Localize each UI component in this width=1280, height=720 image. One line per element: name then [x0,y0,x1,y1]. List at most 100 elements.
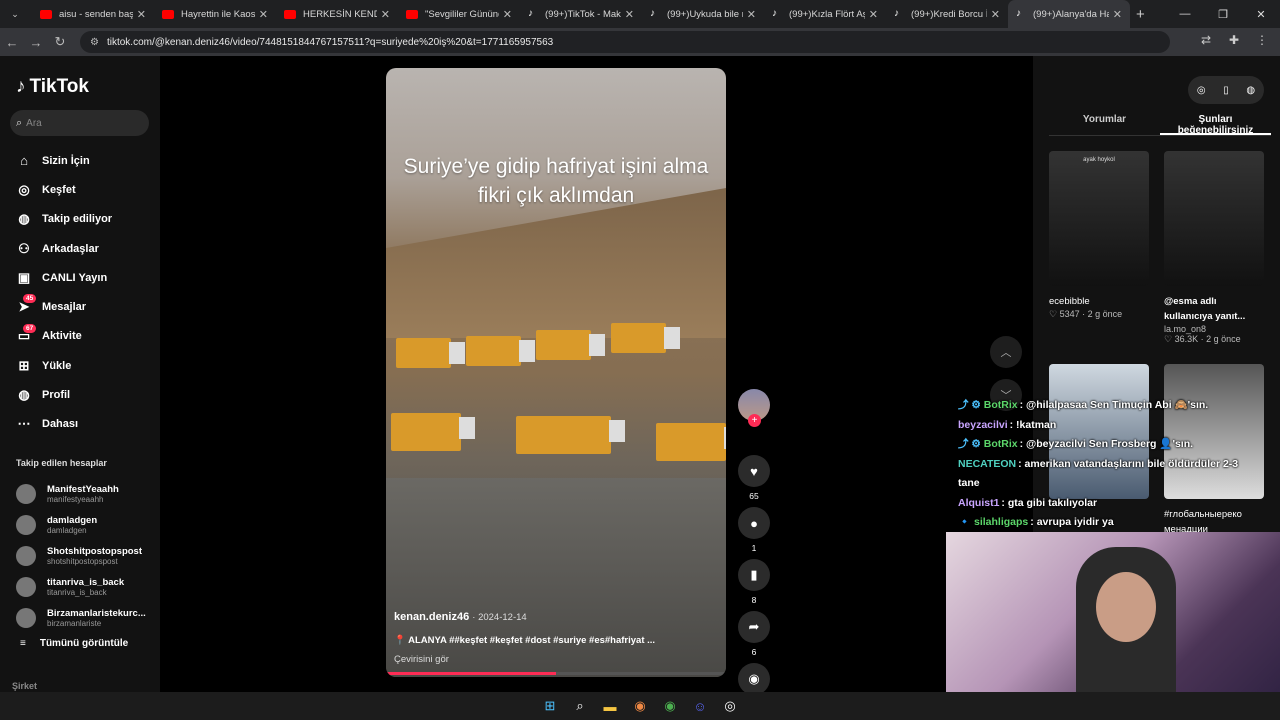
notification-badge: 45 [23,294,37,304]
menu-icon[interactable]: ⋮ [1250,33,1274,47]
account-text: ManifestYeaahh manifestyeaahh [47,484,119,504]
rec-video[interactable]: @esma adlı kullanıcıya yanıt... la.mo_on… [1164,151,1264,345]
reload-icon[interactable]: ↻ [48,34,72,50]
close-tab-icon[interactable]: ✕ [991,8,1000,21]
browser-tab[interactable]: Hayrettin ile Kaos Sh ✕ [154,0,276,28]
nav-item[interactable]: ◍ Takip ediliyor [14,205,154,234]
share-button[interactable]: ➦ 6 [737,611,771,663]
address-bar-row: ← → ↻ ⚙ tiktok.com/@kenan.deniz46/video/… [0,28,1280,56]
close-tab-icon[interactable]: ✕ [381,8,390,21]
close-window-icon[interactable]: ✕ [1242,8,1280,21]
chat-message: NECATEON: amerikan vatandaşlarını bile ö… [958,455,1258,494]
close-tab-icon[interactable]: ✕ [747,8,756,21]
nav-item[interactable]: ◎ Keşfet [14,175,154,204]
rec-stats: ♡ 36.3K · 2 g önce [1164,334,1241,344]
chrome-active-icon[interactable]: ◉ [660,696,680,716]
site-info-icon[interactable]: ⚙ [90,37,99,48]
video-player[interactable]: Suriye’ye gidip hafriyat işini alma fikr… [386,68,726,677]
nav-item[interactable]: ▭ Aktivite 67 [14,322,154,351]
heart-icon[interactable]: ♥ [738,455,770,487]
browser-tab[interactable]: ♪ (99+)Uykuda bile rah ✕ [642,0,764,28]
comment-icon[interactable]: ● [738,507,770,539]
tiktok-logo[interactable]: ♪ TikTok [16,76,89,98]
rec-video[interactable]: ayak hoykol ecebibble ♡ 5347 · 2 g önce [1049,151,1149,320]
music-disc[interactable]: ◉ [737,663,771,695]
close-tab-icon[interactable]: ✕ [503,8,512,21]
bookmark-icon[interactable]: ▮ [738,559,770,591]
follow-plus-icon[interactable]: + [748,414,761,427]
file-explorer-icon[interactable]: ▬ [600,696,620,716]
chat-badge-icon: ⤴ ⚙ [958,438,981,450]
tab-comments[interactable]: Yorumlar [1049,114,1160,135]
nav-item[interactable]: ▣ CANLI Yayın [14,263,154,292]
music-disc-icon[interactable]: ◉ [738,663,770,695]
puzzle-icon[interactable]: ✚ [1222,33,1246,47]
browser-tab[interactable]: ♪ (99+)TikTok - Make Y ✕ [520,0,642,28]
chat-text: : !katman [1009,418,1057,431]
browser-tab[interactable]: ♪ (99+)Alanya'da Hafri ✕ [1008,0,1130,28]
previous-video-button[interactable]: ︿ [990,336,1022,368]
nav-item[interactable]: ➤ Mesajlar 45 [14,292,154,321]
nav-label: CANLI Yayın [42,271,108,284]
see-all-button[interactable]: ≡ Tümünü görüntüle [20,638,128,649]
account-text: titanriva_is_back titanriva_is_back [47,577,124,597]
obs-icon[interactable]: ◎ [720,696,740,716]
browser-tab[interactable]: aisu - senden başka ✕ [32,0,154,28]
rec-thumbnail[interactable]: ayak hoykol [1049,151,1149,286]
creator-avatar[interactable]: + [737,389,771,455]
profile-avatar[interactable]: ◍ [1246,85,1255,96]
close-tab-icon[interactable]: ✕ [869,8,878,21]
chrome-icon[interactable]: ◉ [630,696,650,716]
rec-thumbnail[interactable] [1164,151,1264,286]
translate-icon[interactable]: ⇄ [1194,33,1218,47]
nav-item[interactable]: ⌂ Sizin İçin [14,146,154,175]
account-text: Shotshitpostopspost shotshitpostopspost [47,546,142,566]
nav-item[interactable]: ⊞ Yükle [14,351,154,380]
forward-icon[interactable]: → [24,35,48,50]
search-taskbar-icon[interactable]: ⌕ [570,696,590,716]
comment-button[interactable]: ● 1 [737,507,771,559]
nav-item[interactable]: ◍ Profil [14,380,154,409]
new-tab-button[interactable]: + [1136,6,1145,23]
video-author[interactable]: kenan.deniz46 · 2024-12-14 [394,611,527,623]
browser-tab[interactable]: HERKESİN KENDİNE ✕ [276,0,398,28]
search-icon: ⌕ [16,116,23,129]
company-link[interactable]: Şirket [12,681,37,691]
nav-item[interactable]: ⋯ Dahası [14,410,154,439]
taskbar: ⊞ ⌕ ▬ ◉ ◉ ☺ ◎ [0,692,1280,720]
browser-tab[interactable]: ♪ (99+)Kızla Flört Aşam ✕ [764,0,886,28]
like-button[interactable]: ♥ 65 [737,455,771,507]
following-account[interactable]: Shotshitpostopspost shotshitpostopspost [16,541,146,572]
video-description[interactable]: 📍 ALANYA ##keşfet #keşfet #dost #suriye … [394,635,655,646]
chat-username: beyzacilvi [958,418,1008,431]
back-icon[interactable]: ← [0,35,24,50]
avatar[interactable]: + [738,389,770,427]
video-progress-bar[interactable] [386,672,726,675]
tab-search-button[interactable]: ⌄ [4,5,26,23]
device-icon[interactable]: ▯ [1223,85,1229,96]
browser-tab[interactable]: ♪ (99+)Kredi Borcu İle ✕ [886,0,1008,28]
following-account[interactable]: titanriva_is_back titanriva_is_back [16,571,146,602]
maximize-icon[interactable]: ❐ [1204,8,1242,21]
close-tab-icon[interactable]: ✕ [259,8,268,21]
tab-title: (99+)Kredi Borcu İle [911,8,987,20]
tab-you-may-like[interactable]: Şunları beğenebilirsiniz [1160,114,1271,136]
nav-item[interactable]: ⚇ Arkadaşlar [14,234,154,263]
share-icon[interactable]: ➦ [738,611,770,643]
minimize-icon[interactable]: — [1166,8,1204,20]
following-account[interactable]: Birzamanlaristekurc... birzamanlariste [16,602,146,633]
see-translation-link[interactable]: Çevirisini gör [394,654,449,665]
discord-icon[interactable]: ☺ [690,696,710,716]
compass-icon[interactable]: ◎ [1197,85,1206,96]
close-tab-icon[interactable]: ✕ [625,8,634,21]
close-tab-icon[interactable]: ✕ [1113,8,1122,21]
tiktok-icon: ♪ [650,8,655,19]
search-input[interactable]: ⌕ Ara [10,110,149,136]
following-account[interactable]: ManifestYeaahh manifestyeaahh [16,479,146,510]
following-account[interactable]: damladgen damladgen [16,510,146,541]
url-field[interactable]: ⚙ tiktok.com/@kenan.deniz46/video/744815… [80,31,1170,53]
browser-tab[interactable]: "Sevgililer Gününde ✕ [398,0,520,28]
windows-start-icon[interactable]: ⊞ [540,696,560,716]
close-tab-icon[interactable]: ✕ [137,8,146,21]
save-button[interactable]: ▮ 8 [737,559,771,611]
